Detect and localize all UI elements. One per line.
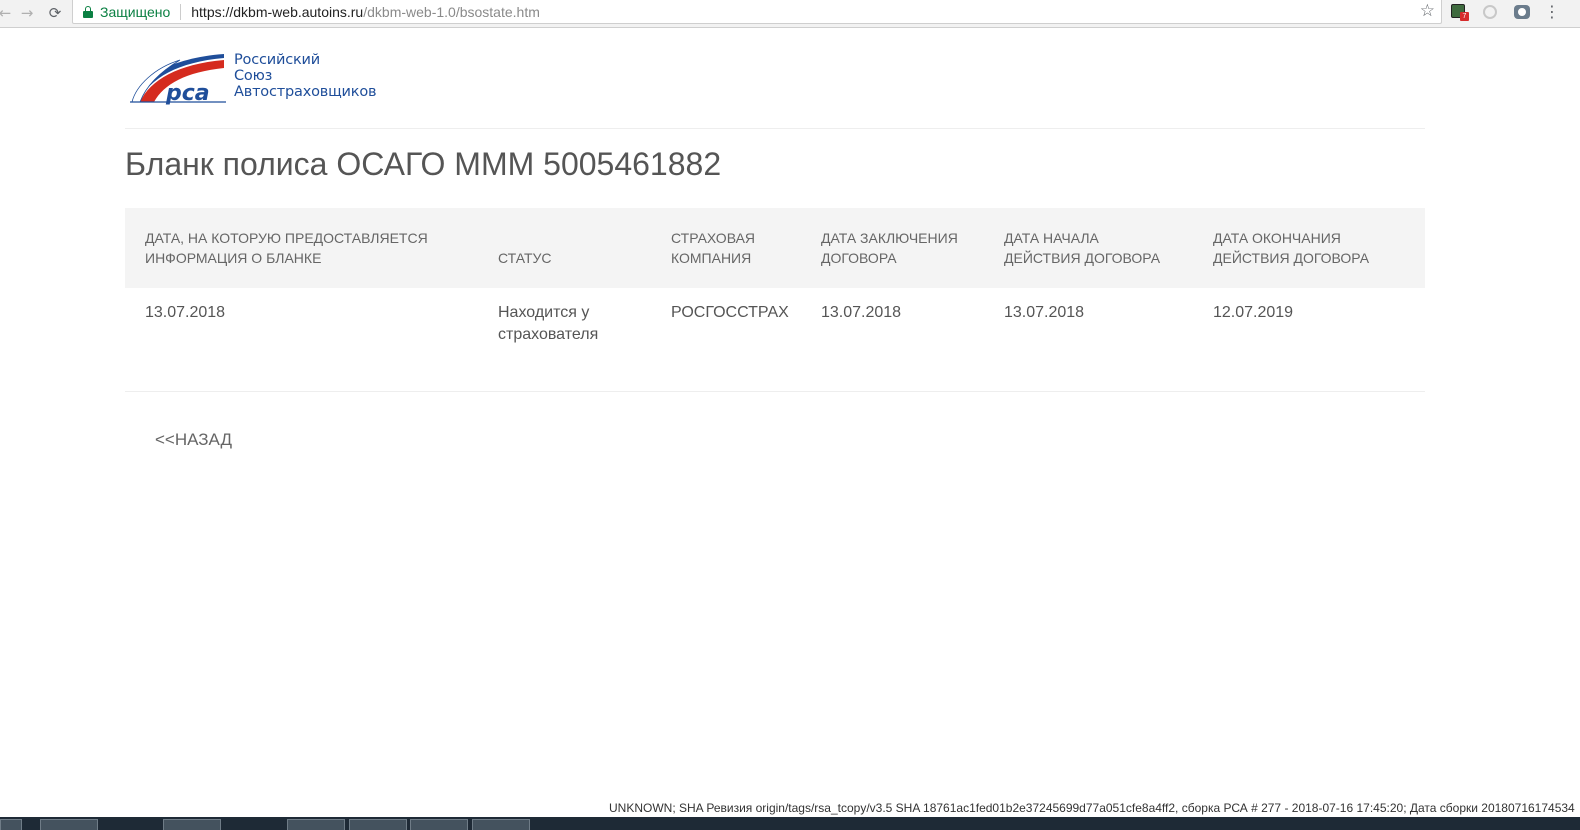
browser-menu-icon[interactable]: ⋮ — [1544, 2, 1560, 21]
rsa-logo[interactable]: рса Российский Союз Автостраховщиков — [130, 50, 380, 106]
logo-line-1: Российский — [234, 52, 320, 68]
bookmark-star-icon[interactable]: ☆ — [1420, 1, 1435, 21]
table-header: ДАТА, НА КОТОРУЮ ПРЕДОСТАВЛЯЕТСЯ ИНФОРМА… — [125, 208, 1425, 288]
taskbar-start[interactable] — [0, 819, 22, 830]
extension-icon[interactable]: 7 — [1450, 3, 1469, 21]
extension-ring-icon[interactable] — [1481, 3, 1499, 21]
extension-badge: 7 — [1460, 12, 1469, 21]
browser-toolbar: ← → ⟳ Защищено https://dkbm-web.autoins.… — [0, 0, 1580, 28]
cell-status: Находится у страхователя — [498, 304, 599, 343]
column-header-status: СТАТУС — [498, 250, 552, 266]
logo-line-2: Союз — [234, 68, 273, 84]
url-path: /dkbm-web-1.0/bsostate.htm — [363, 3, 540, 20]
build-info: UNKNOWN; SHA Ревизия origin/tags/rsa_tco… — [609, 801, 1575, 815]
cell-company: РОСГОССТРАХ — [671, 304, 789, 321]
logo-text: Российский Союз Автостраховщиков — [234, 52, 377, 100]
divider-top — [125, 128, 1425, 129]
logo-abbr: рса — [165, 81, 210, 106]
os-taskbar — [0, 817, 1580, 830]
taskbar-item[interactable] — [472, 819, 530, 830]
rsa-logo-mark-icon: рса — [130, 54, 226, 106]
address-bar[interactable]: Защищено https://dkbm-web.autoins.ru/dkb… — [72, 0, 1442, 24]
column-header-start-date: ДАТА НАЧАЛА ДЕЙСТВИЯ ДОГОВОРА — [1004, 230, 1161, 266]
address-separator — [180, 3, 182, 20]
column-header-end-date: ДАТА ОКОНЧАНИЯ ДЕЙСТВИЯ ДОГОВОРА — [1213, 230, 1370, 266]
column-header-conclusion-date: ДАТА ЗАКЛЮЧЕНИЯ ДОГОВОРА — [821, 230, 958, 266]
cell-start-date: 13.07.2018 — [1004, 304, 1085, 321]
back-link[interactable]: <<НАЗАД — [155, 430, 232, 450]
taskbar-item[interactable] — [40, 819, 98, 830]
page-title: Бланк полиса ОСАГО МММ 5005461882 — [125, 146, 722, 182]
extension-eye-icon[interactable] — [1513, 3, 1531, 21]
logo-line-3: Автостраховщиков — [234, 84, 377, 100]
column-header-info-date: ДАТА, НА КОТОРУЮ ПРЕДОСТАВЛЯЕТСЯ ИНФОРМА… — [145, 230, 428, 266]
taskbar-item[interactable] — [349, 819, 407, 830]
taskbar-item[interactable] — [287, 819, 345, 830]
taskbar-item[interactable] — [410, 819, 468, 830]
reload-icon[interactable]: ⟳ — [44, 2, 66, 24]
divider-bottom — [125, 391, 1425, 392]
url-host: https://dkbm-web.autoins.ru — [191, 3, 364, 20]
cell-conclusion-date: 13.07.2018 — [821, 304, 902, 321]
column-header-company: СТРАХОВАЯ КОМПАНИЯ — [671, 230, 756, 266]
cell-end-date: 12.07.2019 — [1213, 304, 1294, 321]
secure-label: Защищено — [100, 3, 171, 20]
cell-info-date: 13.07.2018 — [145, 304, 226, 321]
forward-arrow-icon[interactable]: → — [16, 2, 38, 24]
back-arrow-icon[interactable]: ← — [0, 2, 16, 24]
taskbar-item[interactable] — [163, 819, 221, 830]
lock-icon — [83, 5, 93, 18]
